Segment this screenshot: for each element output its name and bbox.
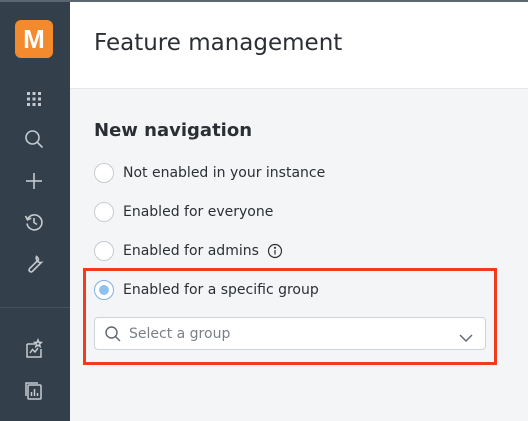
search-icon bbox=[104, 325, 122, 347]
whats-new-icon[interactable] bbox=[21, 336, 47, 362]
radio-option-label: Enabled for admins bbox=[123, 243, 259, 259]
sidebar: M bbox=[0, 2, 70, 421]
page-title: Feature management bbox=[94, 30, 343, 56]
sidebar-divider bbox=[0, 307, 70, 308]
apps-grid-icon[interactable] bbox=[21, 86, 47, 112]
radio-option-label: Enabled for a specific group bbox=[123, 282, 319, 298]
radio-button[interactable] bbox=[94, 241, 114, 261]
radio-option-admins[interactable]: Enabled for admins bbox=[94, 239, 283, 263]
search-icon[interactable] bbox=[21, 126, 47, 152]
chevron-down-icon[interactable] bbox=[459, 328, 473, 347]
radio-button-selected[interactable] bbox=[94, 280, 114, 300]
group-select[interactable]: Select a group bbox=[94, 317, 486, 350]
group-select-placeholder: Select a group bbox=[129, 326, 231, 342]
app-logo[interactable]: M bbox=[15, 20, 53, 58]
radio-option-label: Enabled for everyone bbox=[123, 204, 274, 220]
radio-option-everyone[interactable]: Enabled for everyone bbox=[94, 200, 273, 224]
reports-icon[interactable] bbox=[21, 378, 47, 404]
history-icon[interactable] bbox=[21, 209, 47, 235]
section-title: New navigation bbox=[94, 120, 253, 141]
radio-option-specific-group[interactable]: Enabled for a specific group bbox=[94, 278, 319, 302]
main-content: Feature management New navigation Not en… bbox=[70, 2, 528, 421]
radio-option-not-enabled[interactable]: Not enabled in your instance bbox=[94, 161, 325, 185]
info-icon[interactable] bbox=[267, 243, 283, 259]
radio-button[interactable] bbox=[94, 202, 114, 222]
add-icon[interactable] bbox=[21, 168, 47, 194]
radio-option-label: Not enabled in your instance bbox=[123, 165, 326, 181]
radio-button[interactable] bbox=[94, 163, 114, 183]
page-header: Feature management bbox=[70, 2, 528, 89]
wrench-icon[interactable] bbox=[21, 251, 47, 277]
